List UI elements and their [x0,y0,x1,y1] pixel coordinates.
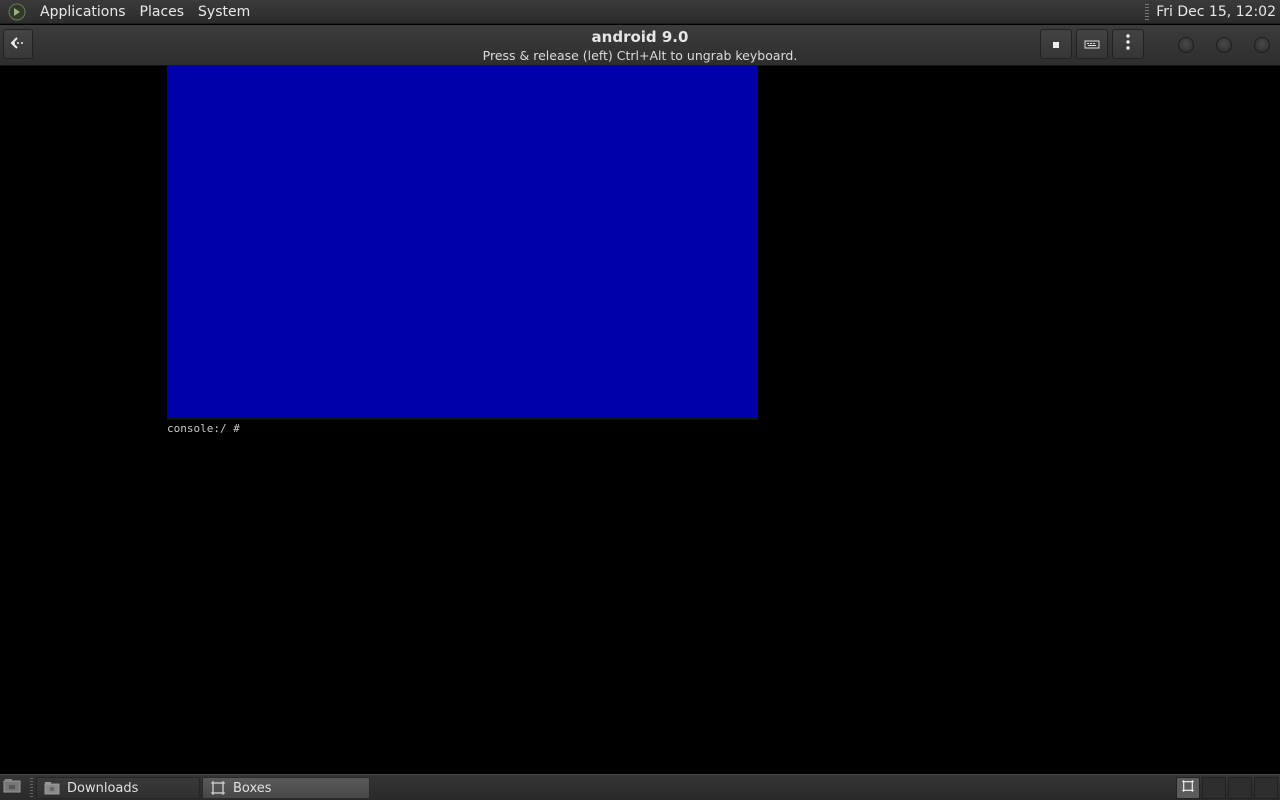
kebab-menu-icon [1126,34,1130,54]
workspace-2[interactable] [1202,777,1226,799]
minimize-button[interactable] [1178,37,1194,53]
taskbar-item-boxes[interactable]: Boxes [202,777,370,799]
keyboard-button[interactable] [1076,29,1108,59]
places-menu[interactable]: Places [133,0,192,24]
show-desktop-button[interactable] [2,779,22,797]
keyboard-grab-hint: Press & release (left) Ctrl+Alt to ungra… [482,48,798,63]
taskbar-item-label: Boxes [233,780,272,796]
bottom-panel: Downloads Boxes [0,774,1280,800]
mate-logo-icon[interactable] [6,1,28,23]
system-menu[interactable]: System [191,0,257,24]
keyboard-icon [1084,35,1100,54]
folder-icon [43,780,61,796]
vm-display[interactable]: console:/ # [0,66,1280,774]
workspace-4[interactable] [1254,777,1278,799]
back-button[interactable] [3,29,33,59]
menu-button[interactable] [1112,29,1144,59]
clock[interactable]: Fri Dec 15, 12:02 [1156,4,1280,20]
maximize-button[interactable] [1216,37,1232,53]
workspace-3[interactable] [1228,777,1252,799]
panel-separator [30,778,33,798]
boxes-icon [1181,780,1195,796]
top-panel: Applications Places System Fri Dec 15, 1… [0,0,1280,24]
vm-boot-screen [167,66,758,420]
stop-button[interactable] [1040,29,1072,59]
title-block: android 9.0 Press & release (left) Ctrl+… [340,25,940,65]
boxes-icon [209,780,227,796]
header-bar: android 9.0 Press & release (left) Ctrl+… [0,25,1280,66]
back-arrow-icon [10,35,26,54]
taskbar-item-downloads[interactable]: Downloads [36,777,200,799]
close-button[interactable] [1254,37,1270,53]
vm-title: android 9.0 [591,28,689,46]
workspace-1[interactable] [1176,777,1200,799]
applications-menu[interactable]: Applications [33,0,133,24]
stop-icon [1051,35,1061,54]
console-prompt: console:/ # [167,422,240,435]
desktop-icon [3,778,21,798]
panel-handle[interactable] [1145,3,1150,20]
taskbar-item-label: Downloads [67,780,139,796]
